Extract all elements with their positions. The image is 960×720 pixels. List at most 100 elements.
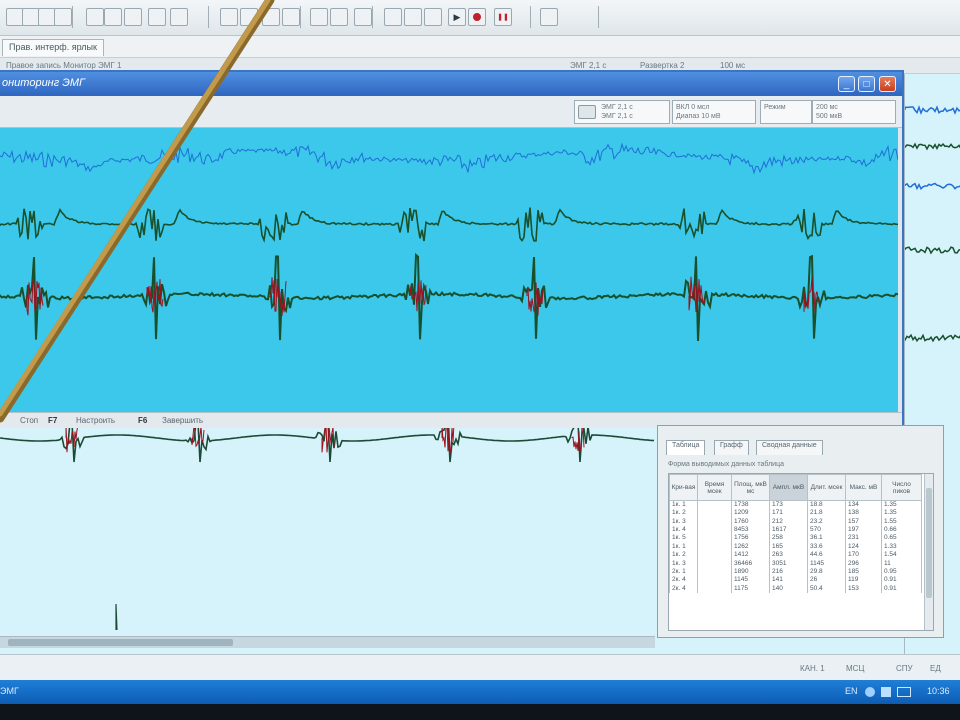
sweep-selector[interactable]: 200 мс 500 мкВ: [812, 100, 896, 124]
setup-key: F6: [138, 416, 148, 425]
grid-icon[interactable]: [310, 8, 328, 26]
stats-cell: [697, 559, 732, 568]
toolbar-separator: [372, 6, 373, 28]
tab-interface-label: Прав. интерф. ярлык: [9, 42, 97, 52]
stats-row[interactable]: 1к. 2 1209 171 21.8 138 1.35: [669, 509, 922, 518]
filter-icon[interactable]: [384, 8, 402, 26]
stats-cell: 23.2: [807, 517, 846, 526]
record-icon[interactable]: [468, 8, 486, 26]
stats-column-header[interactable]: Кри-вая: [669, 474, 698, 501]
tray-icon-2[interactable]: [881, 687, 891, 697]
stats-row[interactable]: 1к. 1 1262 165 33.6 124 1.33: [669, 542, 922, 551]
blank-icon[interactable]: [540, 8, 558, 26]
tray-icon-3[interactable]: [897, 687, 911, 697]
toolbar: ▶ ❚❚: [0, 0, 960, 36]
trace-channel-1: [0, 142, 899, 175]
scrollbar-thumb[interactable]: [8, 639, 233, 646]
lock-icon[interactable]: [282, 8, 300, 26]
stats-cell: 140: [769, 584, 808, 593]
stats-cell: 1890: [731, 567, 770, 577]
stats-cell: 1738: [731, 500, 770, 509]
maximize-button[interactable]: □: [858, 76, 875, 92]
monitor-title-bar[interactable]: ониторинг ЭМГ _ □ ✕: [0, 72, 902, 96]
right-strip-trace: [904, 142, 960, 151]
taskbar-app-label[interactable]: ЭМГ: [0, 686, 19, 696]
emg-plot-area[interactable]: [0, 128, 899, 412]
stats-cell: 1.54: [881, 550, 922, 560]
stats-icon[interactable]: [220, 8, 238, 26]
stats-cell: 570: [807, 525, 846, 535]
stats-row[interactable]: 2к. 4 1145 141 26 119 0.91: [669, 576, 922, 585]
stats-cell: 1175: [731, 584, 770, 593]
chart-icon[interactable]: [240, 8, 258, 26]
toolbar-separator: [300, 6, 301, 28]
stats-column-header[interactable]: Площ. мкВ мс: [731, 474, 770, 501]
finish-label[interactable]: Завершить: [162, 416, 203, 425]
minimize-button[interactable]: _: [838, 76, 855, 92]
stats-cell: [697, 542, 732, 551]
stats-column-header[interactable]: Длит. мсек: [807, 474, 846, 501]
bottom-status-4: ЕД: [930, 664, 941, 673]
play-icon[interactable]: ▶: [448, 8, 466, 26]
tab-summary[interactable]: Сводная данные: [756, 440, 823, 455]
channel-selector[interactable]: ЭМГ 2,1 с ЭМГ 2,1 с: [574, 100, 670, 124]
stats-column-header[interactable]: Время мсек: [697, 474, 732, 501]
close-button[interactable]: ✕: [879, 76, 896, 92]
stats-row[interactable]: 1к. 4 8453 1617 570 197 0.66: [669, 525, 922, 535]
stats-cell: [697, 576, 732, 585]
range-selector[interactable]: ВКЛ 0 мсл Диапаз 10 мВ: [672, 100, 756, 124]
tile-icon[interactable]: [354, 8, 372, 26]
forward-icon[interactable]: [148, 8, 166, 26]
language-indicator[interactable]: EN: [845, 686, 858, 696]
stats-column-header[interactable]: Число пиков: [881, 474, 922, 501]
monitor-icon[interactable]: [262, 8, 280, 26]
back-icon[interactable]: [124, 8, 142, 26]
toolbar-separator: [208, 6, 209, 28]
pause-icon[interactable]: ❚❚: [494, 8, 512, 26]
stats-cell: 26: [807, 576, 846, 585]
stats-cell: 157: [845, 517, 882, 526]
print-icon[interactable]: [104, 8, 122, 26]
stats-column-header[interactable]: Макс. мВ: [845, 474, 882, 501]
tray-icon-1[interactable]: [865, 687, 875, 697]
stats-cell: [697, 567, 732, 577]
mode-selector[interactable]: Режим: [760, 100, 812, 124]
stats-row[interactable]: 1к. 3 1760 212 23.2 157 1.55: [669, 517, 922, 526]
stats-row[interactable]: 1к. 1 1738 173 18.8 134 1.35: [669, 500, 922, 509]
clock[interactable]: 10:36: [927, 686, 950, 696]
right-strip-trace: [904, 105, 960, 116]
save-icon[interactable]: [170, 8, 188, 26]
setup-label[interactable]: Настроить: [76, 416, 115, 425]
horizontal-scrollbar[interactable]: [0, 636, 655, 648]
sync-icon[interactable]: [404, 8, 422, 26]
stats-row[interactable]: 2к. 1 1890 216 29.8 185 0.95: [669, 567, 922, 577]
tab-graph[interactable]: Графф: [714, 440, 749, 455]
stats-cell: 134: [845, 500, 882, 509]
stats-cell: 2к. 4: [669, 584, 698, 593]
status-right: 100 мс: [720, 61, 746, 70]
minimize-icon: _: [843, 78, 850, 90]
stop-label[interactable]: Стоп: [20, 416, 38, 425]
stats-column-header[interactable]: Ампл. мкВ: [769, 474, 808, 501]
stats-scrollbar-thumb[interactable]: [926, 488, 932, 598]
stats-cell: 1.55: [881, 517, 922, 526]
stats-row[interactable]: 1к. 2 1412 263 44.6 170 1.54: [669, 550, 922, 560]
window-icon[interactable]: [330, 8, 348, 26]
toolbar-separator: [72, 6, 73, 28]
stats-cell: 1412: [731, 550, 770, 560]
stats-scrollbar[interactable]: [924, 474, 933, 630]
stats-cell: 170: [845, 550, 882, 560]
stats-cell: 1760: [731, 517, 770, 526]
stats-cell: [697, 534, 732, 543]
emg-monitor-window: ониторинг ЭМГ _ □ ✕ ЭМГ 2,1 с ЭМГ 2,1 с …: [0, 70, 904, 428]
stats-row[interactable]: 1к. 3 36466 3051 1145 296 11: [669, 559, 922, 568]
tab-table[interactable]: Таблица: [666, 440, 706, 455]
stats-cell: 1к. 2: [669, 509, 698, 518]
paste-icon[interactable]: [54, 8, 72, 26]
cut-icon[interactable]: [86, 8, 104, 26]
tab-interface[interactable]: Прав. интерф. ярлык: [2, 39, 104, 56]
sweep-line-1: 200 мс: [816, 104, 838, 111]
arrow-icon[interactable]: [424, 8, 442, 26]
stats-row[interactable]: 2к. 4 1175 140 50.4 153 0.91: [669, 584, 922, 593]
stats-row[interactable]: 1к. 5 1756 258 36.1 231 0.65: [669, 534, 922, 543]
